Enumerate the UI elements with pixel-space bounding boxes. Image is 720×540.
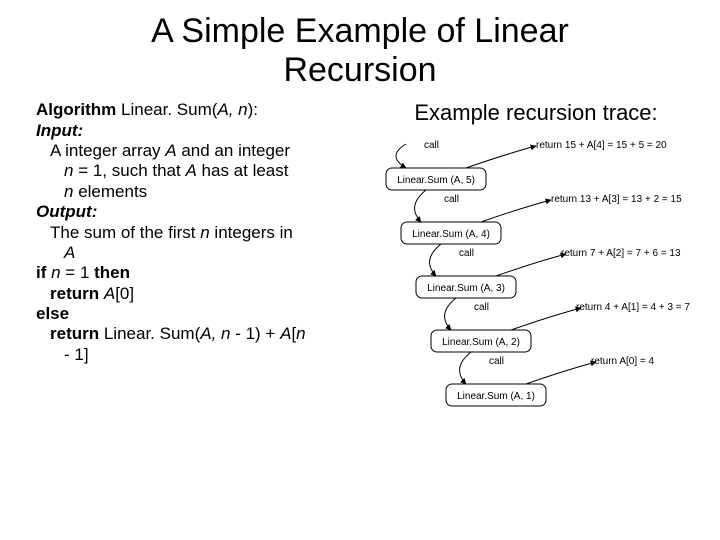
output-line-1: The sum of the first n integers in bbox=[50, 223, 366, 243]
svg-text:return 7 + A[2] = 7 + 6 = 13: return 7 + A[2] = 7 + 6 = 13 bbox=[561, 248, 681, 259]
page-title: A Simple Example of Linear Recursion bbox=[0, 0, 720, 90]
svg-text:call: call bbox=[444, 194, 459, 205]
return-2b: - 1] bbox=[64, 345, 366, 365]
input-label: Input: bbox=[36, 121, 366, 141]
else-line: else bbox=[36, 304, 366, 324]
return-1: return A[0] bbox=[50, 284, 366, 304]
svg-text:Linear.Sum (A, 2): Linear.Sum (A, 2) bbox=[442, 337, 520, 348]
svg-text:Linear.Sum (A, 4): Linear.Sum (A, 4) bbox=[412, 229, 490, 240]
trace-title: Example recursion trace: bbox=[366, 100, 706, 126]
svg-text:Linear.Sum (A, 1): Linear.Sum (A, 1) bbox=[457, 391, 535, 402]
input-line-3: n elements bbox=[64, 182, 366, 202]
svg-text:return 15 + A[4] = 15 + 5 = 20: return 15 + A[4] = 15 + 5 = 20 bbox=[536, 140, 667, 151]
input-line-2: n = 1, such that A has at least bbox=[64, 161, 366, 181]
trace-block: Example recursion trace: Linear.Sum (A, … bbox=[366, 100, 706, 456]
if-line: if n = 1 then bbox=[36, 263, 366, 283]
svg-text:return A[0] = 4: return A[0] = 4 bbox=[591, 356, 655, 367]
svg-text:return 13 + A[3] = 13 + 2 = 15: return 13 + A[3] = 13 + 2 = 15 bbox=[551, 194, 682, 205]
svg-text:call: call bbox=[489, 356, 504, 367]
svg-text:call: call bbox=[424, 140, 439, 151]
svg-text:call: call bbox=[474, 302, 489, 313]
algorithm-block: Algorithm Linear. Sum(A, n): Input: A in… bbox=[36, 100, 366, 456]
output-line-2: A bbox=[64, 243, 366, 263]
title-line-1: A Simple Example of Linear bbox=[151, 12, 569, 50]
return-2: return Linear. Sum(A, n - 1) + A[n bbox=[50, 324, 366, 344]
title-line-2: Recursion bbox=[283, 51, 436, 89]
recursion-trace-diagram: Linear.Sum (A, 5) call return 15 + A[4] … bbox=[366, 136, 706, 456]
svg-text:Linear.Sum (A, 3): Linear.Sum (A, 3) bbox=[427, 283, 505, 294]
input-line-1: A integer array A and an integer bbox=[50, 141, 366, 161]
svg-text:Linear.Sum (A, 5): Linear.Sum (A, 5) bbox=[397, 175, 475, 186]
content-row: Algorithm Linear. Sum(A, n): Input: A in… bbox=[0, 90, 720, 456]
output-label: Output: bbox=[36, 202, 366, 222]
algorithm-header: Algorithm Linear. Sum(A, n): bbox=[36, 100, 366, 120]
svg-text:return 4 + A[1] = 4 + 3 = 7: return 4 + A[1] = 4 + 3 = 7 bbox=[576, 302, 690, 313]
svg-text:call: call bbox=[459, 248, 474, 259]
